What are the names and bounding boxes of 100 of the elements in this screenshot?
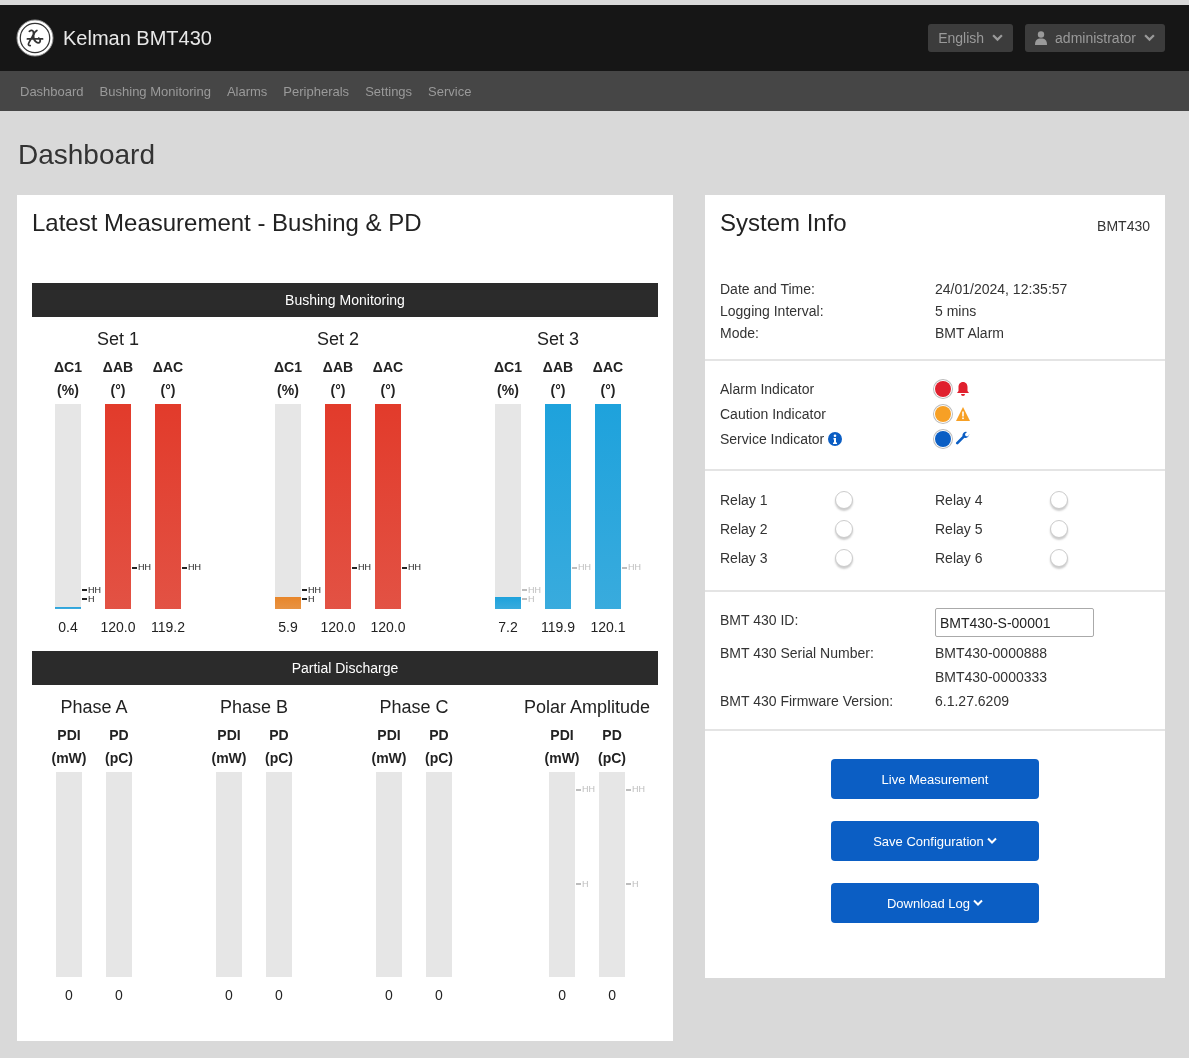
- field-value: BMT430-0000888: [935, 645, 1049, 661]
- user-icon: [1035, 31, 1048, 45]
- bar-value: 0: [275, 987, 283, 1003]
- action-button[interactable]: Live Measurement: [831, 759, 1039, 799]
- nav-link[interactable]: Bushing Monitoring: [99, 83, 211, 99]
- relay-label: Relay 1: [720, 491, 769, 508]
- bar-label: PDI: [57, 726, 81, 745]
- unit-label: (%): [57, 381, 79, 400]
- bar-label: PDI: [377, 726, 401, 745]
- card-title: Latest Measurement - Bushing & PD: [32, 209, 423, 237]
- bar-label: PD: [429, 726, 449, 745]
- group-title: Phase B: [219, 697, 288, 718]
- field-label: BMT 430 Firmware Version:: [720, 693, 895, 709]
- relay-label: Relay 5: [935, 520, 984, 537]
- bar-label: ΔAB: [322, 358, 354, 377]
- id-field[interactable]: BMT430-S-00001: [935, 608, 1094, 637]
- bar-label: PDI: [550, 726, 574, 745]
- bar-value: 5.9: [278, 619, 298, 635]
- bar-value: 0: [558, 987, 566, 1003]
- bar-value: 7.2: [498, 619, 518, 635]
- nav-link[interactable]: Service: [428, 83, 472, 99]
- field-value: BMT Alarm: [935, 325, 1005, 341]
- page-title: Dashboard: [17, 138, 156, 172]
- bar-value: 120.0: [370, 619, 406, 635]
- bar-value: 0: [65, 987, 73, 1003]
- user-dropdown[interactable]: administrator: [1025, 24, 1165, 52]
- action-button[interactable]: Download Log: [831, 883, 1039, 923]
- caret-icon: [1144, 34, 1155, 42]
- nav-link[interactable]: Dashboard: [20, 83, 84, 99]
- indicator-label: Caution Indicator: [720, 406, 826, 422]
- unit-label: (pC): [598, 749, 627, 768]
- bar-value: 120.0: [320, 619, 356, 635]
- field-label: Date and Time:: [720, 281, 816, 297]
- bar-value: 0: [435, 987, 443, 1003]
- bar-value: 0: [225, 987, 233, 1003]
- unit-label: (mW): [211, 749, 247, 768]
- action-button[interactable]: Save Configuration: [831, 821, 1039, 861]
- relay-label: Relay 4: [935, 491, 984, 508]
- bar-label: ΔAC: [372, 358, 404, 377]
- unit-label: (mW): [371, 749, 407, 768]
- unit-label: (°): [380, 381, 396, 400]
- unit-label: (pC): [425, 749, 453, 768]
- field-label: Mode:: [720, 325, 760, 341]
- bar-label: PD: [602, 726, 622, 745]
- unit-label: (°): [110, 381, 126, 400]
- bar-value: 0: [385, 987, 393, 1003]
- relay-label: Relay 3: [720, 549, 769, 566]
- relay-label: Relay 2: [720, 520, 769, 537]
- bar-label: ΔC1: [494, 358, 522, 377]
- field-value: 6.1.27.6209: [935, 693, 1010, 709]
- section-header: Partial Discharge: [32, 651, 658, 685]
- field-label: Logging Interval:: [720, 303, 825, 319]
- wrench-icon: [955, 431, 971, 447]
- logo-icon: [16, 19, 54, 57]
- relay-label: Relay 6: [935, 549, 984, 566]
- bar-label: ΔAB: [542, 358, 574, 377]
- unit-label: (°): [550, 381, 566, 400]
- bar-value: 120.0: [100, 619, 136, 635]
- caret-icon: [973, 899, 984, 907]
- field-label: BMT 430 Serial Number:: [720, 645, 875, 661]
- bar-value: 119.9: [541, 619, 575, 635]
- field-value: BMT430-0000333: [935, 669, 1049, 685]
- bell-icon: [955, 381, 971, 397]
- bar-value: 120.1: [590, 619, 626, 635]
- model-label: BMT430: [1097, 218, 1150, 234]
- unit-label: (°): [330, 381, 346, 400]
- field-value: 24/01/2024, 12:35:57: [935, 281, 1069, 297]
- bar-label: ΔAC: [152, 358, 184, 377]
- card-title: System Info: [720, 209, 847, 237]
- group-title: Polar Amplitude: [524, 697, 651, 718]
- unit-label: (°): [600, 381, 616, 400]
- nav-link[interactable]: Alarms: [226, 83, 268, 99]
- warning-icon: [955, 406, 971, 422]
- unit-label: (%): [497, 381, 519, 400]
- caret-icon: [992, 34, 1004, 42]
- info-icon[interactable]: [828, 432, 843, 446]
- bar-value: 119.2: [151, 619, 185, 635]
- bar-value: 0.4: [58, 619, 78, 635]
- indicator-label: Alarm Indicator: [720, 381, 815, 397]
- group-title: Set 2: [317, 329, 359, 350]
- bar-label: PD: [109, 726, 129, 745]
- indicator-label: Service Indicator: [720, 431, 825, 447]
- unit-label: (°): [160, 381, 176, 400]
- group-title: Set 3: [537, 329, 579, 350]
- group-title: Phase A: [60, 697, 128, 718]
- language-dropdown[interactable]: English: [928, 24, 1014, 52]
- bar-label: ΔC1: [274, 358, 302, 377]
- bar-label: ΔAB: [102, 358, 134, 377]
- group-title: Set 1: [97, 329, 139, 350]
- nav-link[interactable]: Peripherals: [283, 83, 350, 99]
- unit-label: (mW): [544, 749, 580, 768]
- unit-label: (pC): [105, 749, 133, 768]
- field-value: 5 mins: [935, 303, 978, 319]
- unit-label: (mW): [51, 749, 87, 768]
- bar-value: 0: [115, 987, 123, 1003]
- caret-icon: [986, 837, 997, 845]
- nav-link[interactable]: Settings: [365, 83, 413, 99]
- app-title: Kelman BMT430: [63, 26, 213, 50]
- bar-label: PDI: [217, 726, 241, 745]
- section-header: Bushing Monitoring: [32, 283, 658, 317]
